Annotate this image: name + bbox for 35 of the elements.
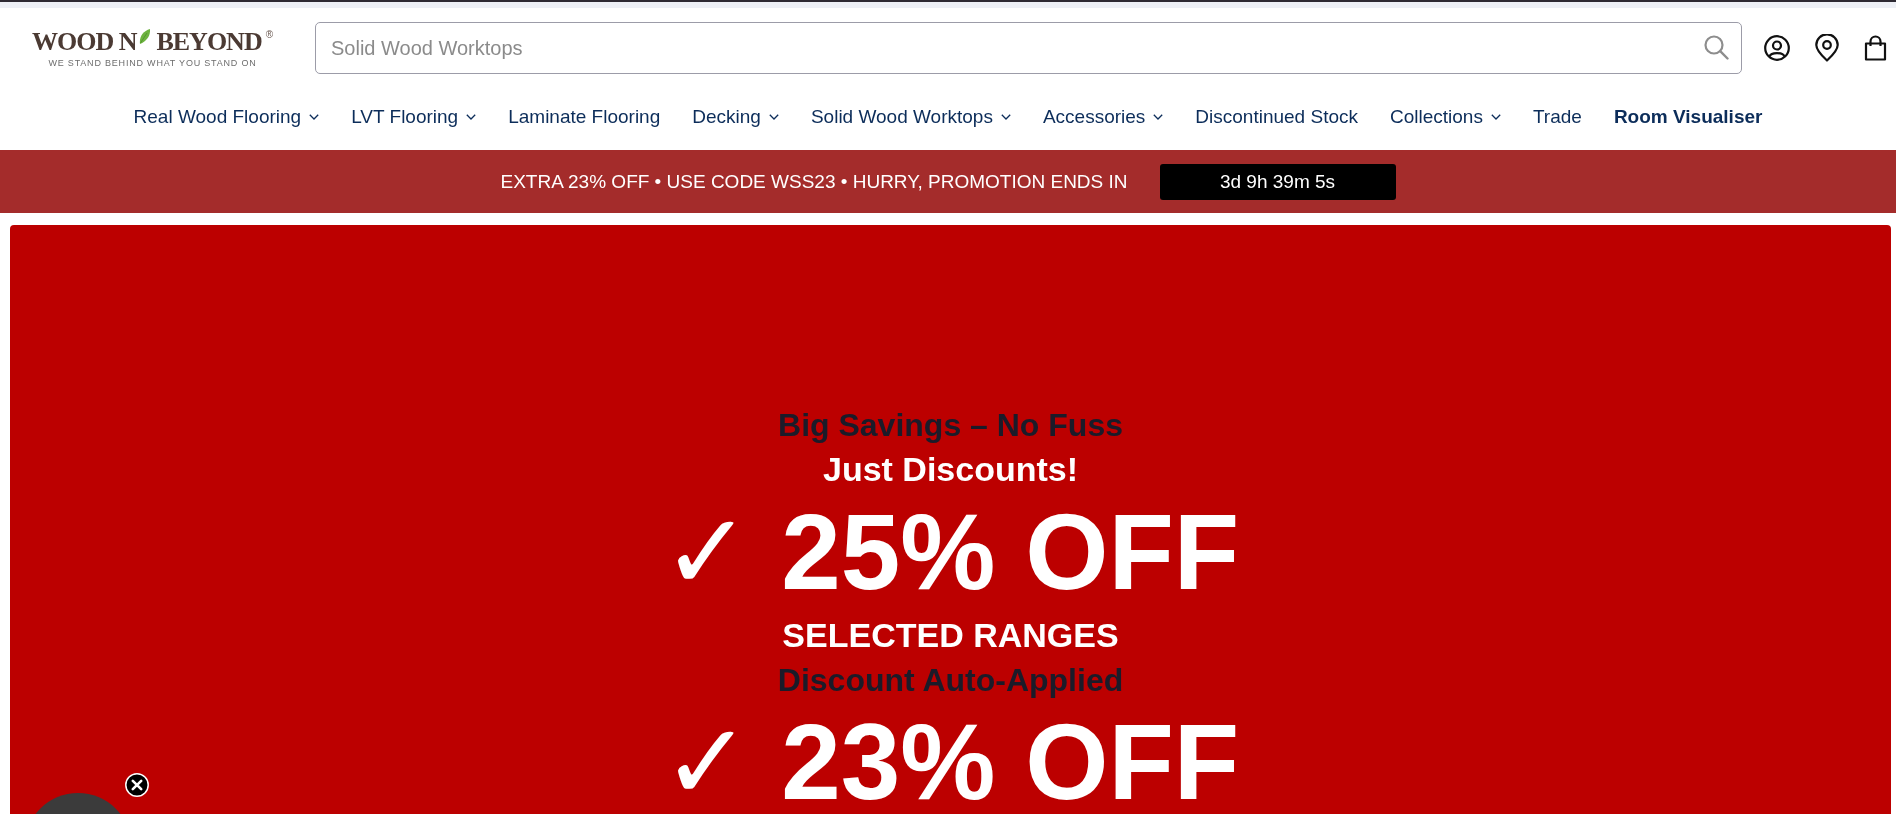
logo-wordmark[interactable]: BEYOND$^{®}$ bbox=[156, 28, 274, 55]
chevron-down-icon[interactable] bbox=[466, 114, 477, 120]
logo-tagline: WE STAND BEHIND WHAT YOU STAND ON bbox=[48, 57, 257, 68]
location-pin-icon[interactable] bbox=[1815, 34, 1839, 62]
shopping-bag-icon[interactable] bbox=[1864, 35, 1887, 61]
leaf-icon bbox=[139, 28, 151, 44]
chevron-down-icon[interactable] bbox=[1153, 114, 1164, 120]
nav-link[interactable]: Room Visualiser bbox=[1613, 105, 1763, 129]
banner-subheading: Just Discounts! bbox=[822, 449, 1078, 490]
chevron-down-icon[interactable] bbox=[309, 114, 320, 120]
nav-link[interactable]: Real Wood Flooring bbox=[133, 105, 320, 129]
nav-link[interactable]: Laminate Flooring bbox=[508, 105, 661, 129]
logo-wordmark[interactable]: WOOD N bbox=[31, 28, 137, 55]
user-icon[interactable] bbox=[1764, 35, 1790, 61]
countdown-timer: 3d 9h 39m 5s bbox=[1159, 163, 1396, 200]
nav-link[interactable]: Discontinued Stock bbox=[1195, 105, 1358, 129]
banner-subheading: SELECTED RANGES bbox=[782, 615, 1119, 656]
banner-heading: Big Savings – No Fuss bbox=[778, 406, 1123, 445]
nav-link[interactable]: Solid Wood Worktops bbox=[810, 105, 1011, 129]
chevron-down-icon[interactable] bbox=[1490, 114, 1501, 120]
banner-heading: Discount Auto-Applied bbox=[777, 661, 1124, 700]
chevron-down-icon[interactable] bbox=[1000, 114, 1011, 120]
search-icon[interactable] bbox=[1704, 35, 1729, 60]
nav-link[interactable]: Collections bbox=[1390, 105, 1501, 129]
discount-offer: ✓ 25% OFF bbox=[661, 502, 1240, 602]
search-field[interactable]: Solid Wood Worktops bbox=[315, 22, 1742, 74]
chevron-down-icon[interactable] bbox=[768, 114, 779, 120]
promo-banner[interactable]: Big Savings – No Fuss Just Discounts! ✓ 25% OFF SELECTED RANGES Discount Auto-Applied ✓ 23% OFF bbox=[10, 225, 1891, 814]
nav-link[interactable]: Decking bbox=[692, 105, 779, 129]
nav-link[interactable]: Accessories bbox=[1042, 105, 1164, 129]
nav-link[interactable]: LVT Flooring bbox=[351, 105, 477, 129]
close-icon[interactable] bbox=[125, 773, 149, 797]
nav-link[interactable]: Trade bbox=[1532, 105, 1582, 129]
discount-offer: ✓ 23% OFF bbox=[661, 712, 1240, 812]
promo-text: EXTRA 23% OFF • USE CODE WSS23 • HURRY, PROMOTION ENDS IN bbox=[500, 169, 1128, 194]
